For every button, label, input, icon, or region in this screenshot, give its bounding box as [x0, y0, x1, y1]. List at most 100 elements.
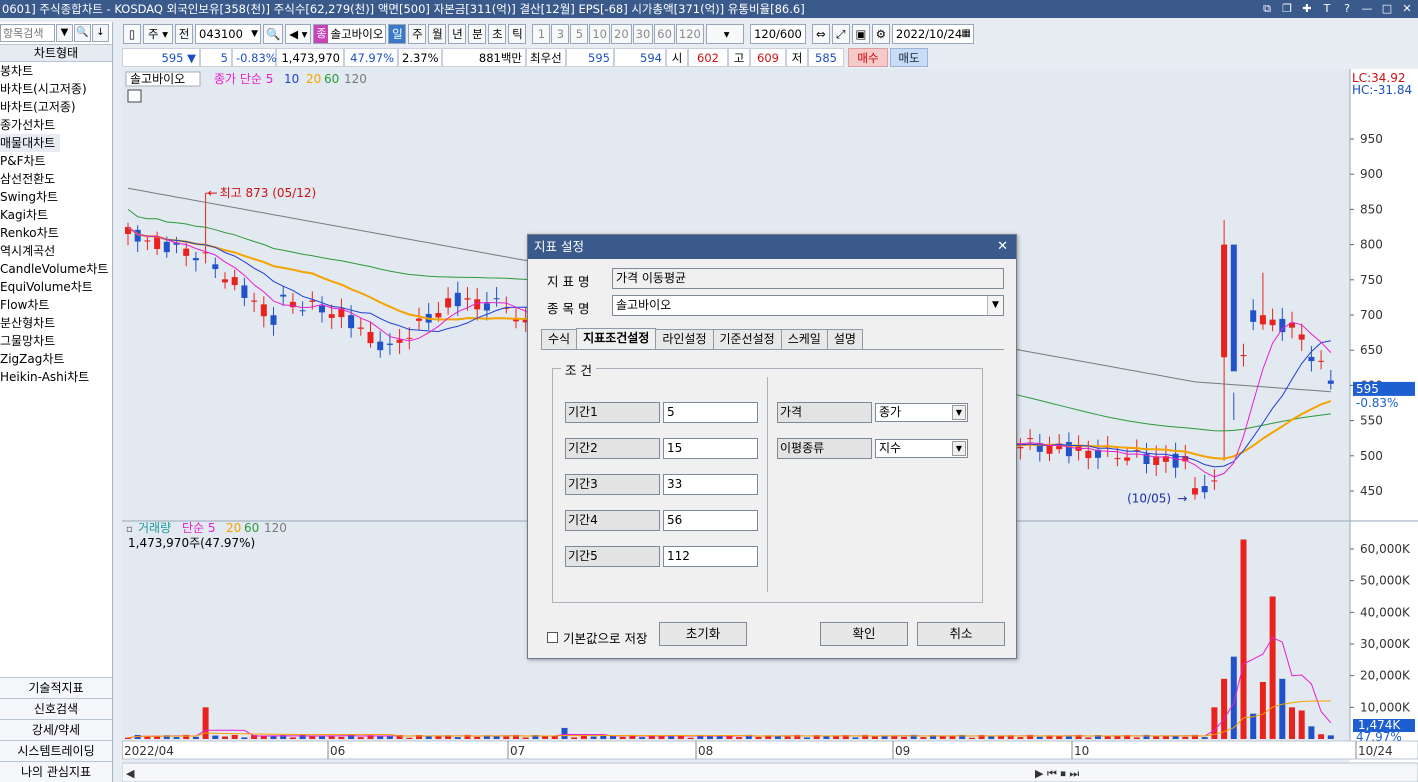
- time-unit-button[interactable]: 월: [428, 24, 447, 44]
- volume-bar: [600, 735, 607, 739]
- chart-type-item[interactable]: 바차트(고저종): [0, 98, 112, 116]
- sell-button[interactable]: 매도: [890, 48, 928, 67]
- chart-type-item[interactable]: 그물망차트: [0, 332, 112, 350]
- interval-button[interactable]: 5: [570, 24, 589, 44]
- search-icon[interactable]: 🔍: [263, 24, 284, 44]
- chart-type-item[interactable]: Flow차트: [0, 296, 112, 314]
- time-unit-button[interactable]: 년: [448, 24, 467, 44]
- maximize-icon[interactable]: □: [1380, 0, 1394, 18]
- chart-type-item[interactable]: Swing차트: [0, 188, 112, 206]
- stock-badge: 종: [314, 25, 329, 43]
- dialog-tab[interactable]: 라인설정: [655, 329, 714, 350]
- sidebar-bottom-tab[interactable]: 나의 관심지표: [0, 761, 112, 782]
- time-unit-button[interactable]: 분: [468, 24, 487, 44]
- stock-name-box[interactable]: 종 솔고바이오: [313, 24, 387, 44]
- time-unit-button[interactable]: 주: [408, 24, 427, 44]
- cancel-button[interactable]: 취소: [917, 622, 1005, 646]
- font-icon[interactable]: T: [1320, 0, 1334, 18]
- close-icon[interactable]: ✕: [1400, 0, 1414, 18]
- ok-button[interactable]: 확인: [820, 622, 908, 646]
- period-select[interactable]: 주 ▾: [143, 24, 173, 44]
- layout-icon[interactable]: ▯: [123, 24, 141, 44]
- chart-type-item[interactable]: Renko차트: [0, 224, 112, 242]
- interval-button[interactable]: 3: [551, 24, 570, 44]
- interval-button[interactable]: 20: [611, 24, 632, 44]
- prev-button[interactable]: 전: [175, 24, 193, 44]
- pin-icon[interactable]: ✚: [1300, 0, 1314, 18]
- chevron-down-icon[interactable]: ▼: [952, 441, 966, 456]
- minimize-icon[interactable]: —: [1360, 0, 1374, 18]
- cascade-icon[interactable]: ⧉: [1260, 0, 1274, 18]
- sidebar-bottom-tab[interactable]: 기술적지표: [0, 677, 112, 698]
- price-type-select[interactable]: 종가 ▼: [875, 403, 968, 422]
- dialog-tab[interactable]: 수식: [541, 329, 578, 350]
- interval-button[interactable]: 60: [654, 24, 675, 44]
- chart-type-item[interactable]: 역시계곡선: [0, 242, 112, 260]
- sidebar-bottom-tab[interactable]: 강세/약세: [0, 719, 112, 740]
- scale-icon[interactable]: ⤢: [831, 24, 850, 44]
- dropdown-icon[interactable]: ▼: [56, 24, 73, 42]
- dialog-tab[interactable]: 지표조건설정: [576, 328, 657, 350]
- stock-name-select[interactable]: 솔고바이오 ▼: [612, 295, 1004, 316]
- calendar-icon[interactable]: ▦: [961, 25, 970, 43]
- save-default-checkbox-row[interactable]: 기본값으로 저장: [547, 628, 647, 647]
- chart-type-item[interactable]: Kagi차트: [0, 206, 112, 224]
- interval-button[interactable]: 30: [632, 24, 654, 44]
- search-icon[interactable]: 🔍: [74, 24, 91, 42]
- candle-body: [270, 315, 277, 325]
- sidebar-bottom-tab[interactable]: 신호검색: [0, 698, 112, 719]
- period-input[interactable]: 112: [663, 546, 758, 567]
- chart-type-item[interactable]: 바차트(시고저종): [0, 80, 112, 98]
- gear-icon[interactable]: ⚙: [871, 24, 890, 44]
- save-default-checkbox[interactable]: [547, 632, 558, 643]
- time-unit-button[interactable]: 일: [388, 24, 407, 44]
- volume-bar: [1269, 596, 1276, 739]
- date-input[interactable]: 2022/10/24 ▦: [891, 24, 974, 44]
- reset-button[interactable]: 초기화: [659, 622, 747, 646]
- restore-window-icon[interactable]: ❐: [1280, 0, 1294, 18]
- period-input[interactable]: 5: [663, 402, 758, 423]
- stock-code-input[interactable]: 043100 ▼: [195, 24, 261, 44]
- interval-button[interactable]: 1: [532, 24, 551, 44]
- candle-body: [396, 339, 403, 343]
- item-search-input[interactable]: [0, 24, 55, 42]
- period-input[interactable]: 56: [663, 510, 758, 531]
- chart-type-item[interactable]: EquiVolume차트: [0, 278, 112, 296]
- sidebar-bottom-tab[interactable]: 시스템트레이딩: [0, 740, 112, 761]
- chart-type-item[interactable]: 분산형차트: [0, 314, 112, 332]
- interval-button[interactable]: 10: [589, 24, 610, 44]
- time-unit-button[interactable]: 틱: [508, 24, 527, 44]
- y-tick-label: 900: [1360, 167, 1383, 181]
- dialog-tab[interactable]: 스케일: [780, 329, 828, 350]
- low-arrow-icon: →: [1177, 492, 1187, 506]
- time-unit-button[interactable]: 초: [488, 24, 507, 44]
- chart-type-item[interactable]: CandleVolume차트: [0, 260, 112, 278]
- chart-type-item[interactable]: 삼선전환도: [0, 170, 112, 188]
- chart-type-item[interactable]: ZigZag차트: [0, 350, 112, 368]
- chart-type-item[interactable]: 종가선차트: [0, 116, 112, 134]
- chart-type-item[interactable]: 봉차트: [0, 62, 112, 80]
- volume-bar: [202, 707, 209, 739]
- tab-divider: [541, 349, 1004, 350]
- arrow-down-icon[interactable]: ↓: [92, 24, 109, 42]
- chart-type-item[interactable]: Heikin-Ashi차트: [0, 368, 112, 386]
- interval-button[interactable]: 120: [675, 24, 704, 44]
- ma-type-select[interactable]: 지수 ▼: [875, 439, 968, 458]
- sound-icon[interactable]: ◀ ▾: [285, 24, 312, 44]
- count-input[interactable]: 120/600: [749, 24, 806, 44]
- chart-type-item[interactable]: 매물대차트: [0, 134, 60, 152]
- period-input[interactable]: 15: [663, 438, 758, 459]
- dialog-tab[interactable]: 기준선설정: [712, 329, 782, 350]
- period-input[interactable]: 33: [663, 474, 758, 495]
- chevron-down-icon[interactable]: ▼: [952, 405, 966, 420]
- chevron-down-icon[interactable]: ▼: [987, 296, 1003, 315]
- dialog-close-icon[interactable]: ✕: [997, 235, 1008, 258]
- sidebar-header[interactable]: 차트형태: [0, 44, 112, 62]
- buy-button[interactable]: 매수: [848, 48, 888, 67]
- save-icon[interactable]: ▣: [851, 24, 870, 44]
- extra-select[interactable]: ▾: [705, 24, 744, 44]
- zoom-icon[interactable]: ⇔: [811, 24, 830, 44]
- dialog-tab[interactable]: 설명: [826, 329, 863, 350]
- help-icon[interactable]: ?: [1340, 0, 1354, 18]
- chart-type-item[interactable]: P&F차트: [0, 152, 112, 170]
